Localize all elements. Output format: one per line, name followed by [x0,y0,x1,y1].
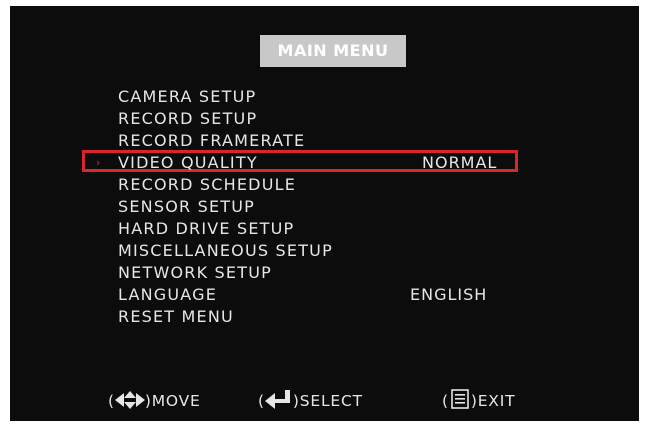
selection-cursor-icon: › [96,156,101,169]
menu-item-label: RESET MENU [118,307,234,326]
menu-item-sensor-setup[interactable]: SENSOR SETUP [10,196,639,218]
menu-item-miscellaneous-setup[interactable]: MISCELLANEOUS SETUP [10,240,639,262]
video-quality-value: NORMAL [422,153,498,172]
menu-item-record-schedule[interactable]: RECORD SCHEDULE [10,174,639,196]
menu-item-language[interactable]: LANGUAGE ENGLISH [10,284,639,306]
menu-item-label: VIDEO QUALITY [118,153,258,172]
menu-item-label: RECORD SCHEDULE [118,175,297,194]
main-menu-title: MAIN MENU [260,35,406,67]
menu-item-label: SENSOR SETUP [118,197,255,216]
menu-item-reset-menu[interactable]: RESET MENU [10,306,639,328]
exit-hint: ( )EXIT [442,389,516,410]
exit-label: EXIT [477,392,516,410]
language-value: ENGLISH [410,285,488,304]
menu-item-label: NETWORK SETUP [118,263,272,282]
menu-item-record-framerate[interactable]: RECORD FRAMERATE [10,130,639,152]
enter-arrow-icon [264,390,293,410]
select-hint: ( )SELECT [258,390,363,410]
menu-item-label: RECORD FRAMERATE [118,131,306,150]
menu-item-hard-drive-setup[interactable]: HARD DRIVE SETUP [10,218,639,240]
menu-item-label: LANGUAGE [118,285,218,304]
menu-item-label: RECORD SETUP [118,109,258,128]
dvr-osd-screen: MAIN MENU CAMERA SETUP RECORD SETUP RECO… [10,6,639,421]
menu-item-label: MISCELLANEOUS SETUP [118,241,333,260]
menu-list-icon [449,389,471,410]
move-label: MOVE [151,392,201,410]
menu-item-label: HARD DRIVE SETUP [118,219,295,238]
menu-item-camera-setup[interactable]: CAMERA SETUP [10,86,639,108]
menu-item-label: CAMERA SETUP [118,87,257,106]
menu-item-network-setup[interactable]: NETWORK SETUP [10,262,639,284]
menu-item-record-setup[interactable]: RECORD SETUP [10,108,639,130]
menu-item-video-quality[interactable]: › VIDEO QUALITY NORMAL [10,150,639,174]
select-label: SELECT [299,392,363,410]
move-hint: ( )MOVE [108,391,201,410]
four-way-arrow-icon [114,391,145,410]
